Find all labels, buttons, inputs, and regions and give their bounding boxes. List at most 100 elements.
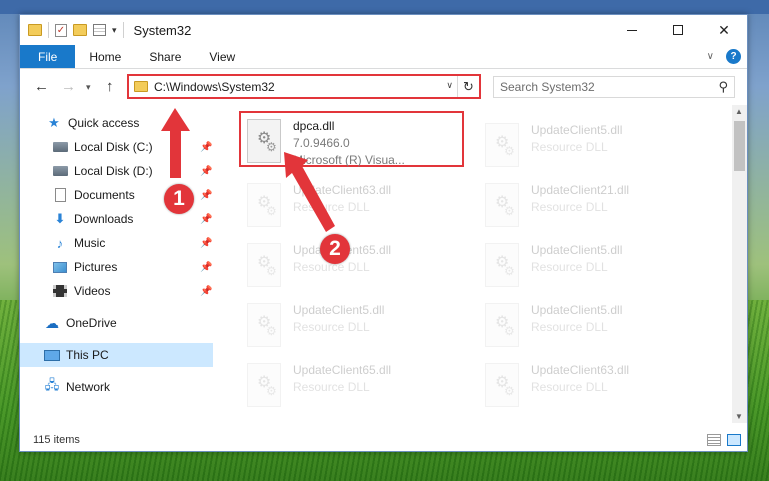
file-tile[interactable]: ⚙ ⚙ UpdateClient21.dll Resource DLL — [479, 177, 704, 233]
search-icon[interactable]: ⚲ — [718, 79, 728, 95]
file-description: Microsoft (R) Visua... — [293, 153, 405, 167]
file-name: UpdateClient5.dll — [531, 303, 623, 317]
sidebar-item-label: OneDrive — [66, 316, 117, 330]
file-description: Resource DLL — [531, 320, 608, 334]
gear-icon: ⚙ — [266, 204, 277, 218]
file-tile[interactable]: ⚙ ⚙ UpdateClient5.dll Resource DLL — [241, 297, 466, 353]
sidebar-item-label: Videos — [74, 284, 111, 298]
file-name: UpdateClient5.dll — [531, 243, 623, 257]
maximize-button[interactable] — [655, 15, 701, 45]
file-tile[interactable]: ⚙ ⚙ UpdateClient5.dll Resource DLL — [479, 297, 704, 353]
folder-icon — [28, 24, 42, 36]
window-controls: ✕ — [609, 15, 747, 45]
sidebar-item-label: Music — [74, 236, 106, 250]
dll-file-icon: ⚙ ⚙ — [247, 183, 281, 227]
sidebar-item-local-disk-d[interactable]: Local Disk (D:) 📌 — [20, 159, 213, 183]
gear-icon: ⚙ — [266, 264, 277, 278]
dll-file-icon: ⚙ ⚙ — [485, 243, 519, 287]
pin-icon[interactable]: 📌 — [200, 214, 212, 225]
file-tile[interactable]: ⚙⚙ UpdateClient65.dll Resource DLL — [241, 357, 466, 413]
sidebar-item-quick-access[interactable]: ★ Quick access — [20, 111, 213, 135]
sidebar-item-music[interactable]: ♪ Music 📌 — [20, 231, 213, 255]
file-tile-dpca-dll[interactable]: ⚙ ⚙ dpca.dll 7.0.9466.0 Microsoft (R) Vi… — [239, 111, 464, 167]
sidebar-item-onedrive[interactable]: ☁ OneDrive — [20, 311, 213, 335]
search-placeholder: Search System32 — [500, 80, 595, 94]
file-tile[interactable]: ⚙ ⚙ UpdateClient63.dll Resource DLL — [241, 177, 466, 233]
file-name: UpdateClient5.dll — [293, 303, 385, 317]
dll-file-icon: ⚙ ⚙ — [247, 303, 281, 347]
address-path[interactable]: C:\Windows\System32 — [154, 80, 275, 94]
details-view-icon[interactable] — [707, 434, 721, 446]
pin-icon[interactable]: 📌 — [200, 190, 212, 201]
file-description: Resource DLL — [293, 380, 370, 394]
pictures-icon — [53, 261, 67, 273]
file-name: UpdateClient5.dll — [531, 123, 623, 137]
sidebar-item-label: Quick access — [68, 116, 140, 130]
address-dropdown-chevron-icon[interactable]: ∨ — [446, 80, 453, 91]
sidebar-item-this-pc[interactable]: This PC — [20, 343, 213, 367]
dll-file-icon: ⚙ ⚙ — [247, 363, 281, 407]
maximize-icon — [673, 25, 683, 35]
file-name: UpdateClient63.dll — [293, 183, 392, 197]
back-arrow-icon[interactable]: ← — [34, 78, 49, 95]
sidebar-item-label: This PC — [66, 348, 109, 362]
vertical-scrollbar[interactable]: ▲ ▼ — [732, 105, 747, 423]
sidebar-item-pictures[interactable]: Pictures 📌 — [20, 255, 213, 279]
file-name: UpdateClient21.dll — [531, 183, 630, 197]
title-bar: ✓ ▾ System32 ✕ — [20, 15, 747, 45]
step-1-badge: 1 — [164, 184, 194, 214]
gear-icon: ⚙ — [504, 384, 515, 398]
gear-icon: ⚙ — [504, 144, 515, 158]
step-2-badge: 2 — [320, 234, 350, 264]
file-tile[interactable]: ⚙ ⚙ UpdateClient63.dll Resource DLL — [479, 357, 704, 413]
recent-locations-chevron-icon[interactable]: ▾ — [86, 82, 91, 93]
scroll-down-icon[interactable]: ▼ — [735, 412, 743, 421]
scroll-up-icon[interactable]: ▲ — [735, 107, 743, 116]
new-folder-icon[interactable] — [73, 24, 87, 36]
ribbon-tabs: File Home Share View ∨ ? — [20, 45, 747, 69]
file-tile[interactable]: ⚙ ⚙ UpdateClient5.dll Resource DLL — [479, 117, 704, 173]
dll-file-icon: ⚙ ⚙ — [485, 123, 519, 167]
properties-check-icon[interactable]: ✓ — [55, 23, 67, 37]
toolbar-divider — [48, 22, 49, 38]
pin-icon[interactable]: 📌 — [200, 142, 212, 153]
drive-icon — [52, 142, 68, 152]
tab-home[interactable]: Home — [75, 45, 135, 68]
pin-icon[interactable]: 📌 — [200, 166, 212, 177]
item-count: 115 items — [33, 434, 80, 446]
sidebar-item-videos[interactable]: Videos 📌 — [20, 279, 213, 303]
file-description: Resource DLL — [293, 320, 370, 334]
pin-icon[interactable]: 📌 — [200, 262, 212, 273]
navigation-pane: ★ Quick access Local Disk (C:) 📌 Local D… — [20, 105, 215, 423]
up-arrow-icon[interactable]: ↑ — [106, 78, 114, 95]
chevron-down-icon[interactable]: ▾ — [112, 25, 117, 36]
forward-arrow-icon[interactable]: → — [61, 78, 76, 95]
search-input[interactable]: Search System32 ⚲ — [493, 76, 735, 98]
tab-file[interactable]: File — [20, 45, 76, 68]
pin-icon[interactable]: 📌 — [200, 286, 212, 297]
folder-icon — [134, 81, 148, 92]
music-icon: ♪ — [56, 235, 64, 251]
tab-view[interactable]: View — [195, 45, 249, 68]
refresh-icon[interactable]: ↻ — [457, 76, 479, 97]
file-name: UpdateClient63.dll — [531, 363, 630, 377]
close-button[interactable]: ✕ — [701, 15, 747, 45]
file-tile[interactable]: ⚙⚙ UpdateClient65.dll Resource DLL — [241, 237, 466, 293]
gear-icon: ⚙ — [504, 204, 515, 218]
desktop-sky — [0, 0, 769, 14]
pin-icon[interactable]: 📌 — [200, 238, 212, 249]
sidebar-item-network[interactable]: 🖧 Network — [20, 375, 213, 399]
help-icon[interactable]: ? — [726, 49, 741, 64]
tab-share[interactable]: Share — [135, 45, 195, 68]
file-tile[interactable]: ⚙ ⚙ UpdateClient5.dll Resource DLL — [479, 237, 704, 293]
scroll-thumb[interactable] — [734, 121, 745, 171]
minimize-button[interactable] — [609, 15, 655, 45]
address-bar[interactable]: C:\Windows\System32 ∨ ↻ — [127, 74, 481, 99]
expand-ribbon-chevron-icon[interactable]: ∨ — [707, 51, 714, 62]
tiles-view-icon[interactable] — [727, 434, 741, 446]
gear-icon: ⚙ — [504, 324, 515, 338]
dll-file-icon: ⚙ ⚙ — [485, 303, 519, 347]
drive-icon — [52, 166, 68, 176]
properties-icon[interactable] — [93, 24, 106, 36]
sidebar-item-local-disk-c[interactable]: Local Disk (C:) 📌 — [20, 135, 213, 159]
